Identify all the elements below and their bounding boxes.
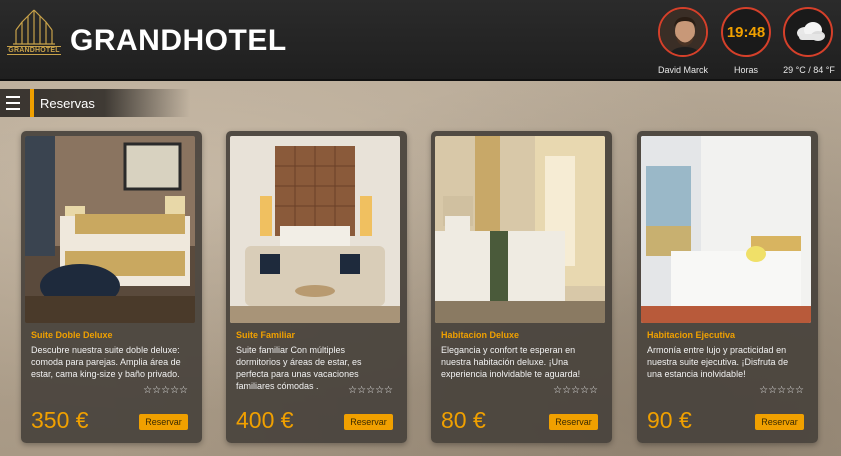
user-avatar-icon	[660, 9, 706, 55]
room-image	[435, 136, 605, 323]
rating-stars[interactable]: ☆☆☆☆☆	[143, 385, 188, 396]
room-card: Suite Familiar Suite familiar Con múltip…	[226, 131, 407, 443]
user-name: David Marck	[657, 65, 708, 75]
room-image	[230, 136, 400, 323]
logo-text: GRANDHOTEL	[7, 46, 61, 55]
clock-widget: 19:48	[721, 7, 771, 57]
rating-stars[interactable]: ☆☆☆☆☆	[348, 385, 393, 396]
reserve-button[interactable]: Reservar	[139, 414, 188, 430]
room-card: Habitacion Ejecutiva Armonía entre lujo …	[637, 131, 818, 443]
weather-widget	[783, 7, 833, 57]
room-price: 90 €	[647, 407, 692, 433]
cloud-icon	[797, 22, 825, 41]
room-card: Habitacion Deluxe Elegancia y confort te…	[431, 131, 612, 443]
clock-label: Horas	[733, 65, 758, 75]
room-price: 350 €	[31, 407, 89, 433]
room-description: Elegancia y confort te esperan en nuestr…	[441, 345, 581, 379]
room-description: Descubre nuestra suite doble deluxe: com…	[31, 345, 181, 379]
room-title: Suite Familiar	[236, 330, 296, 340]
room-card: Suite Doble Deluxe Descubre nuestra suit…	[21, 131, 202, 443]
section-bar: Reservas	[0, 89, 190, 117]
reserve-button[interactable]: Reservar	[755, 414, 804, 430]
room-title: Habitacion Deluxe	[441, 330, 520, 340]
room-price: 400 €	[236, 407, 294, 433]
menu-line	[6, 102, 20, 104]
menu-line	[6, 108, 20, 110]
user-avatar[interactable]	[658, 7, 708, 57]
room-title: Suite Doble Deluxe	[31, 330, 113, 340]
weather-label: 29 °C / 84 °F	[783, 65, 835, 75]
menu-line	[6, 96, 20, 98]
room-image	[25, 136, 195, 323]
clock-time: 19:48	[726, 23, 766, 41]
brand-title: GRANDHOTEL	[70, 24, 287, 57]
top-header: GRANDHOTEL GRANDHOTEL David Marck 19:48 …	[0, 0, 841, 81]
room-description: Armonía entre lujo y practicidad en nues…	[647, 345, 789, 379]
section-title: Reservas	[40, 96, 95, 111]
section-accent	[30, 89, 34, 117]
reserve-button[interactable]: Reservar	[344, 414, 393, 430]
rating-stars[interactable]: ☆☆☆☆☆	[759, 385, 804, 396]
rating-stars[interactable]: ☆☆☆☆☆	[553, 385, 598, 396]
room-image	[641, 136, 811, 323]
reserve-button[interactable]: Reservar	[549, 414, 598, 430]
room-title: Habitacion Ejecutiva	[647, 330, 736, 340]
menu-icon[interactable]	[4, 93, 24, 113]
room-price: 80 €	[441, 407, 486, 433]
